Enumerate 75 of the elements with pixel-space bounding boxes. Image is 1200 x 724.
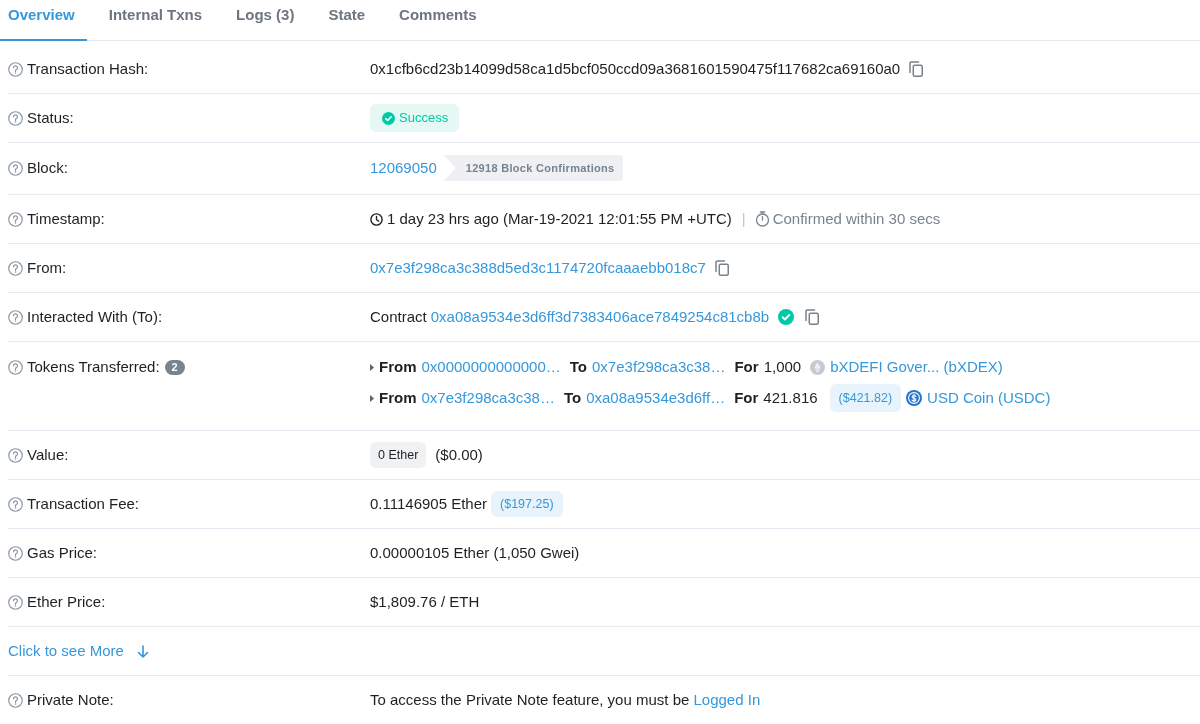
help-icon xyxy=(8,359,23,375)
help-icon xyxy=(8,211,23,227)
help-icon xyxy=(8,110,23,126)
status-text: Success xyxy=(399,109,449,127)
dollar-coin-icon xyxy=(906,390,923,406)
clock-icon xyxy=(370,212,383,226)
help-icon xyxy=(8,61,23,77)
help-icon xyxy=(8,545,23,561)
from-address-link[interactable]: 0x0000000000000… xyxy=(421,355,561,379)
detail-value: $1,809.76 / ETH xyxy=(370,592,480,612)
token-amount: 1,000 xyxy=(763,357,802,377)
timestamp-text: 1 day 23 hrs ago (Mar-19-2021 12:01:55 PM +UTC) xyxy=(387,209,732,229)
to-address-link[interactable]: 0xa08a9534e3d6ff… xyxy=(586,386,726,410)
tab[interactable]: Comments xyxy=(382,0,494,41)
detail-label: Transaction Fee: xyxy=(27,494,139,514)
from-address-link[interactable]: 0x7e3f298ca3c38… xyxy=(421,386,555,410)
confirmations-badge: 12918 Block Confirmations xyxy=(443,155,624,181)
block-number-link[interactable]: 12069050 xyxy=(370,156,437,180)
transaction-hash: 0x1cfb6cd23b14099d58ca1d5bcf050ccd09a3681601590475f117682ca69160a0 xyxy=(370,59,901,79)
fee-amount: 0.11146905 Ether xyxy=(370,494,488,514)
separator: | xyxy=(741,209,746,229)
detail-label: From: xyxy=(27,258,67,278)
from-label: From xyxy=(379,357,417,377)
help-icon xyxy=(8,692,23,708)
usd-value: ($0.00) xyxy=(435,445,483,465)
detail-label: Timestamp: xyxy=(27,209,105,229)
private-note-text: To access the Private Note feature, you must be Logged In xyxy=(370,690,761,710)
detail-label: Status: xyxy=(27,108,74,128)
help-icon xyxy=(8,160,23,176)
to-label: To xyxy=(563,388,582,408)
help-icon xyxy=(8,260,23,276)
login-link[interactable]: Logged In xyxy=(693,691,761,708)
tab[interactable]: Logs (3) xyxy=(219,0,312,41)
from-label: From xyxy=(379,388,417,408)
help-icon xyxy=(8,496,23,512)
to-address-link[interactable]: 0x7e3f298ca3c38… xyxy=(592,355,726,379)
detail-label: Interacted With (To): xyxy=(27,307,163,327)
tab[interactable]: Overview xyxy=(0,0,87,41)
token-link[interactable]: USD Coin (USDC) xyxy=(927,386,1051,410)
usd-value-badge: ($421.82) xyxy=(829,384,902,412)
address-link[interactable]: 0x7e3f298ca3c388d5ed3c1174720fcaaaebb018c7 xyxy=(370,256,706,280)
diamond-coin-icon xyxy=(810,359,826,375)
for-label: For xyxy=(734,388,759,408)
copy-icon[interactable] xyxy=(805,309,820,325)
caret-icon[interactable] xyxy=(370,394,374,402)
transfer-count-badge: 2 xyxy=(164,359,185,375)
down-arrow-icon[interactable] xyxy=(136,644,149,658)
confirmation-time: Confirmed within 30 secs xyxy=(772,209,941,229)
help-icon xyxy=(8,447,23,463)
help-icon xyxy=(8,309,23,325)
stopwatch-icon xyxy=(754,211,770,227)
contract-address-link[interactable]: 0xa08a9534e3d6ff3d7383406ace7849254c81cb8b xyxy=(430,305,770,329)
help-icon xyxy=(8,594,23,610)
caret-icon[interactable] xyxy=(370,363,374,371)
detail-value: 0.00000105 Ether (1,050 Gwei) xyxy=(370,543,580,563)
detail-label: Ether Price: xyxy=(27,592,106,612)
detail-label: Private Note: xyxy=(27,690,114,710)
detail-label: Tokens Transferred: xyxy=(27,357,160,377)
check-circle-icon xyxy=(382,111,395,125)
detail-label: Transaction Hash: xyxy=(27,59,149,79)
contract-label: Contract xyxy=(370,307,427,327)
tab[interactable]: Internal Txns xyxy=(91,0,220,41)
token-link[interactable]: bXDEFI Gover... (bXDEX) xyxy=(830,355,1003,379)
tab[interactable]: State xyxy=(311,0,383,41)
usd-value-badge: ($197.25) xyxy=(491,491,563,517)
copy-icon[interactable] xyxy=(909,61,924,77)
detail-label: Gas Price: xyxy=(27,543,98,563)
to-label: To xyxy=(569,357,587,377)
detail-label: Block: xyxy=(27,158,68,178)
see-more-link[interactable]: Click to see More xyxy=(8,639,124,663)
token-amount: 421.816 xyxy=(763,388,818,408)
detail-label: Value: xyxy=(27,445,69,465)
copy-icon[interactable] xyxy=(714,260,729,276)
for-label: For xyxy=(734,357,759,377)
ether-value-badge: 0 Ether xyxy=(370,442,427,468)
